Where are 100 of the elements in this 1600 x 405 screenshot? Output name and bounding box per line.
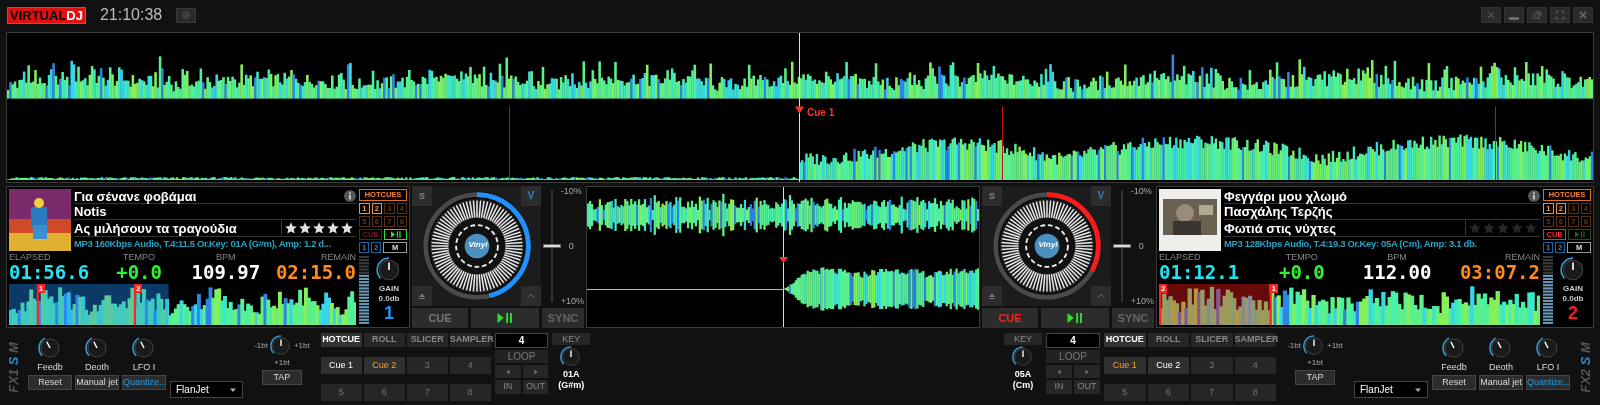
- cue-marker[interactable]: 2: [133, 284, 143, 293]
- fx-button[interactable]: Reset: [28, 375, 72, 390]
- jog-wheel[interactable]: [420, 189, 534, 303]
- track-title: Φεγγάρι μου χλωμό: [1224, 189, 1348, 203]
- knob-label: LFO I: [1536, 361, 1560, 373]
- deck-number: 1: [384, 304, 394, 323]
- pad-mode-tab[interactable]: SLICER: [406, 333, 448, 347]
- waveform-panel[interactable]: Cue 1: [6, 32, 1594, 183]
- star-icon: [340, 221, 354, 235]
- tap-button[interactable]: TAP: [261, 370, 302, 385]
- loop-in-button[interactable]: IN: [494, 380, 521, 394]
- fx-button[interactable]: Reset: [1432, 375, 1476, 390]
- rating-stars[interactable]: [1468, 221, 1538, 235]
- sync-button[interactable]: SYNC: [542, 308, 584, 328]
- pad-button[interactable]: 8: [1234, 384, 1276, 401]
- pad-mode-tab[interactable]: ROLL: [1147, 333, 1189, 347]
- track-waveform[interactable]: 1 2: [9, 284, 356, 325]
- close-icon: [1578, 10, 1588, 20]
- fx-button[interactable]: Manual jet: [1479, 375, 1523, 390]
- knob[interactable]: [1441, 335, 1467, 361]
- pad-button[interactable]: 7: [1191, 384, 1233, 401]
- star-icon: [326, 221, 340, 235]
- effect-dropdown[interactable]: FlanJet: [170, 381, 244, 398]
- pad-button[interactable]: 8: [449, 384, 491, 401]
- gain-label: GAIN: [379, 284, 399, 294]
- settings-icon: [181, 10, 192, 20]
- cue-button[interactable]: CUE: [982, 308, 1038, 328]
- pad-button[interactable]: 6: [363, 384, 405, 401]
- play-pause-icon: [1067, 313, 1083, 323]
- eject-icon: [418, 292, 426, 300]
- pad-button[interactable]: 4: [1234, 357, 1276, 374]
- pad-mode-tab[interactable]: HOTCUE: [320, 333, 362, 347]
- fx-label: FX2 S M: [1578, 342, 1592, 393]
- eject-button[interactable]: [982, 286, 1002, 306]
- cue-marker[interactable]: 2: [1159, 284, 1168, 293]
- knob[interactable]: [1302, 334, 1326, 358]
- loop-out-button[interactable]: OUT: [1074, 380, 1100, 394]
- knob[interactable]: [1535, 335, 1561, 361]
- eject-icon: [988, 292, 996, 300]
- star-icon: [1468, 221, 1482, 235]
- knob[interactable]: [1488, 335, 1514, 361]
- effect-dropdown[interactable]: FlanJet: [1354, 381, 1428, 398]
- window-button[interactable]: [1504, 7, 1524, 23]
- key-name: (Cm): [1012, 380, 1034, 391]
- star-icon: [1496, 221, 1510, 235]
- jog-wheel[interactable]: [990, 189, 1104, 303]
- loop-label: LOOP: [1046, 350, 1100, 363]
- track-artist: Notis: [74, 205, 107, 218]
- logo: VIRTUALDJ: [7, 6, 86, 24]
- knob[interactable]: [37, 335, 63, 361]
- pad-button[interactable]: Cue 1: [1104, 357, 1146, 374]
- cue-button[interactable]: CUE: [412, 308, 468, 328]
- restore-icon: [1532, 10, 1542, 20]
- fx-button[interactable]: Manual jet: [75, 375, 119, 390]
- eject-button[interactable]: [412, 286, 432, 306]
- window-button[interactable]: [1573, 7, 1593, 23]
- play-pause-button[interactable]: [384, 229, 407, 240]
- pad-button[interactable]: 5: [1104, 384, 1146, 401]
- pad-mode-tab[interactable]: HOTCUE: [1104, 333, 1146, 347]
- rating-stars[interactable]: [284, 221, 354, 235]
- cue-marker[interactable]: 1: [1269, 284, 1278, 293]
- play-pause-button[interactable]: [1041, 308, 1109, 328]
- pad-mode-tab[interactable]: SLICER: [1191, 333, 1233, 347]
- readout-value: 112.00: [1362, 262, 1432, 283]
- fx-button[interactable]: Quantize...: [1526, 375, 1570, 390]
- readout-value: 109.97: [191, 262, 261, 283]
- track-album: Ας μιλήσουν τα τραγούδια: [74, 221, 237, 235]
- pad-button[interactable]: Cue 2: [1147, 357, 1189, 374]
- info-icon[interactable]: [344, 190, 356, 202]
- knob[interactable]: [84, 335, 110, 361]
- vinyl-mode-button[interactable]: V: [1090, 186, 1111, 206]
- track-waveform[interactable]: 2 1: [1159, 284, 1540, 325]
- pitch-zero-label: 0: [567, 241, 574, 251]
- knob[interactable]: [131, 335, 157, 361]
- fx-button[interactable]: Quantize...: [122, 375, 166, 390]
- key-value: 01A: [562, 369, 580, 380]
- pad-button[interactable]: 5: [320, 384, 362, 401]
- vinyl-mode-button[interactable]: V: [520, 186, 541, 206]
- slip-button[interactable]: S: [982, 186, 1002, 206]
- pad-mode-tab[interactable]: SAMPLER: [1234, 333, 1276, 347]
- info-icon[interactable]: [1528, 190, 1540, 202]
- pad-mode-tab[interactable]: ROLL: [363, 333, 405, 347]
- pad-button[interactable]: 3: [406, 357, 448, 374]
- pad-button[interactable]: Cue 2: [363, 357, 405, 374]
- pad-button[interactable]: 4: [449, 357, 491, 374]
- slip-button[interactable]: S: [412, 186, 432, 206]
- knob[interactable]: [268, 334, 293, 358]
- loop-in-button[interactable]: IN: [1046, 380, 1072, 394]
- caret-left-icon: [1056, 368, 1062, 375]
- pad-button[interactable]: Cue 1: [320, 357, 362, 374]
- sync-button[interactable]: SYNC: [1112, 308, 1154, 328]
- pad-button[interactable]: 7: [406, 384, 448, 401]
- readout-value: 02:15.0: [275, 262, 356, 283]
- cue-marker[interactable]: 1: [36, 284, 46, 293]
- play-pause-button[interactable]: [471, 308, 539, 328]
- loop-out-button[interactable]: OUT: [522, 380, 549, 394]
- knob[interactable]: [1011, 345, 1035, 369]
- tap-button[interactable]: TAP: [1295, 370, 1335, 385]
- pad-button[interactable]: 3: [1191, 357, 1233, 374]
- pad-button[interactable]: 6: [1147, 384, 1189, 401]
